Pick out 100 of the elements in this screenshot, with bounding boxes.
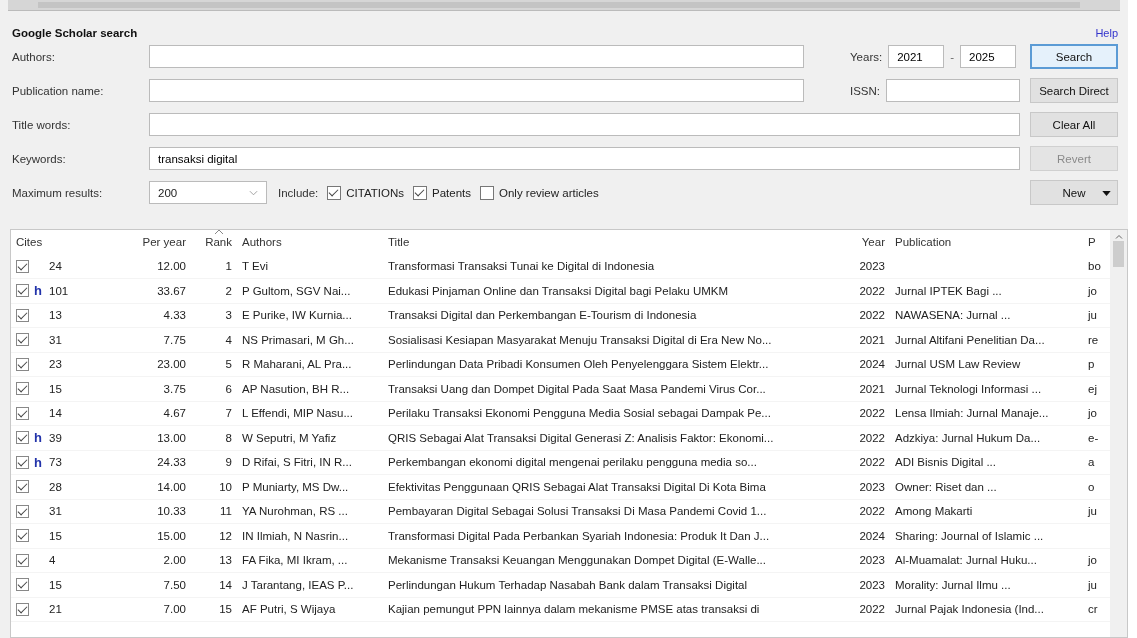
- table-cell: 2023: [859, 480, 885, 493]
- column-header[interactable]: Publication: [890, 230, 1086, 254]
- table-cell: 12.00: [157, 260, 186, 273]
- table-cell: 15: [49, 382, 62, 395]
- table-cell: Perlindungan Data Pribadi Konsumen Oleh Penyelenggara Sistem Elektr...: [388, 358, 769, 371]
- table-cell: 4.67: [163, 407, 186, 420]
- table-cell: Transformasi Digital Pada Perbankan Syariah Indonesia: Produk It Dan J...: [388, 529, 770, 542]
- checkbox[interactable]: [413, 185, 427, 200]
- table-cell: p: [1088, 358, 1095, 371]
- table-cell: ju: [1088, 505, 1097, 518]
- checkbox-label[interactable]: CITATIONs: [346, 186, 404, 199]
- column-header[interactable]: Per year: [119, 230, 191, 254]
- checkbox[interactable]: [16, 382, 29, 396]
- table-cell: re: [1088, 333, 1099, 346]
- table-cell: 15: [219, 603, 232, 616]
- column-header[interactable]: Rank: [191, 230, 237, 254]
- column-header[interactable]: Title: [383, 230, 850, 254]
- checkbox[interactable]: [16, 578, 29, 592]
- input-field[interactable]: 2025: [960, 45, 1017, 68]
- table-cell: 7.00: [163, 603, 186, 616]
- table-cell: 9: [225, 456, 232, 469]
- action-button[interactable]: Search Direct: [1030, 78, 1118, 103]
- checkbox[interactable]: [16, 602, 29, 616]
- dropdown-field[interactable]: 200: [149, 181, 267, 204]
- checkbox-label[interactable]: Only review articles: [499, 186, 599, 199]
- table-cell: Kajian pemungut PPN lainnya dalam mekanisme PMSE atas transaksi di: [388, 603, 760, 616]
- table-cell: 4: [225, 333, 232, 346]
- table-cell: 24.33: [157, 456, 186, 469]
- table-cell: Jurnal USM Law Review: [895, 358, 1021, 371]
- scrollbar[interactable]: [1110, 230, 1127, 637]
- checkbox[interactable]: [16, 406, 29, 420]
- panel-title: Google Scholar search: [12, 27, 138, 39]
- table-cell: AF Putri, S Wijaya: [242, 603, 336, 616]
- table-cell: Perlindungan Hukum Terhadap Nasabah Bank dalam Transaksi Digital: [388, 578, 748, 591]
- field-label: Keywords:: [11, 152, 67, 165]
- table-cell: 39: [49, 431, 62, 444]
- checkbox[interactable]: [16, 259, 29, 273]
- help-link[interactable]: Help: [1095, 27, 1118, 39]
- table-cell: 4: [49, 554, 56, 567]
- table-cell: Lensa Ilmiah: Jurnal Manaje...: [895, 407, 1049, 420]
- table-cell: 13.00: [157, 431, 186, 444]
- table-cell: 2022: [859, 407, 885, 420]
- checkbox-label[interactable]: Patents: [432, 186, 471, 199]
- column-header[interactable]: P: [1086, 230, 1110, 254]
- table-cell: Edukasi Pinjaman Online dan Transaksi Digital bagi Pelaku UMKM: [388, 284, 729, 297]
- checkbox[interactable]: [16, 284, 29, 298]
- input-field[interactable]: [149, 113, 1020, 136]
- checkbox[interactable]: [16, 357, 29, 371]
- h-index-marker: h: [33, 454, 43, 470]
- table-cell: 15: [49, 578, 62, 591]
- checkbox[interactable]: [16, 553, 29, 567]
- table-cell: Perkembangan ekonomi digital mengenai perilaku pengguna media so...: [388, 456, 757, 469]
- checkbox[interactable]: [16, 480, 29, 494]
- checkbox[interactable]: [16, 504, 29, 518]
- checkbox[interactable]: [16, 308, 29, 322]
- table-cell: 101: [49, 284, 69, 297]
- input-field[interactable]: [886, 79, 1020, 102]
- checkbox[interactable]: [480, 185, 494, 200]
- table-cell: NAWASENA: Jurnal ...: [895, 309, 1011, 322]
- column-header[interactable]: Year: [850, 230, 890, 254]
- table-cell: Efektivitas Penggunaan QRIS Sebagai Alat Transaksi Digital Di Kota Bima: [388, 480, 766, 493]
- scrollbar[interactable]: [8, 0, 1120, 11]
- table-cell: 14: [49, 407, 62, 420]
- table-cell: P Gultom, SGV Nai...: [242, 284, 351, 297]
- table-cell: AP Nasution, BH R...: [242, 382, 350, 395]
- h-index-marker: h: [33, 430, 43, 446]
- table-cell: 2022: [859, 603, 885, 616]
- column-header[interactable]: Cites: [11, 230, 119, 254]
- table-cell: 6: [225, 382, 232, 395]
- checkbox[interactable]: [327, 185, 342, 200]
- checkbox[interactable]: [16, 333, 29, 347]
- action-button[interactable]: New: [1030, 180, 1118, 205]
- table-cell: 1: [225, 260, 232, 273]
- h-index-marker: h: [33, 283, 43, 299]
- table-cell: Adzkiya: Jurnal Hukum Da...: [895, 431, 1041, 444]
- input-field[interactable]: [149, 45, 804, 68]
- table-cell: e-: [1088, 431, 1099, 444]
- checkbox[interactable]: [16, 529, 29, 543]
- table-cell: Jurnal Altifani Penelitian Da...: [895, 333, 1045, 346]
- table-cell: NS Primasari, M Gh...: [242, 333, 354, 346]
- table-cell: Transformasi Transaksi Tunai ke Digital di Indonesia: [388, 260, 655, 273]
- table-cell: cr: [1088, 603, 1098, 616]
- input-field[interactable]: transaksi digital: [149, 147, 1020, 170]
- chevron-down-icon: [249, 189, 258, 196]
- input-field[interactable]: 2021: [888, 45, 945, 68]
- table-cell: Mekanisme Transaksi Keuangan Menggunakan Dompet Digital (E-Walle...: [388, 554, 766, 567]
- table-cell: 2024: [859, 358, 885, 371]
- action-button[interactable]: Clear All: [1030, 112, 1118, 137]
- table-cell: Jurnal Teknologi Informasi ...: [895, 382, 1042, 395]
- table-cell: T Evi: [242, 260, 268, 273]
- table-cell: 21: [49, 603, 62, 616]
- column-header[interactable]: Authors: [237, 230, 383, 254]
- table-cell: jo: [1088, 554, 1097, 567]
- input-field[interactable]: [149, 79, 804, 102]
- table-cell: 8: [225, 431, 232, 444]
- checkbox[interactable]: [16, 455, 29, 469]
- table-cell: 2024: [859, 529, 885, 542]
- checkbox[interactable]: [16, 431, 29, 445]
- scrollbar-thumb[interactable]: [1113, 241, 1124, 267]
- action-button[interactable]: Search: [1030, 44, 1118, 69]
